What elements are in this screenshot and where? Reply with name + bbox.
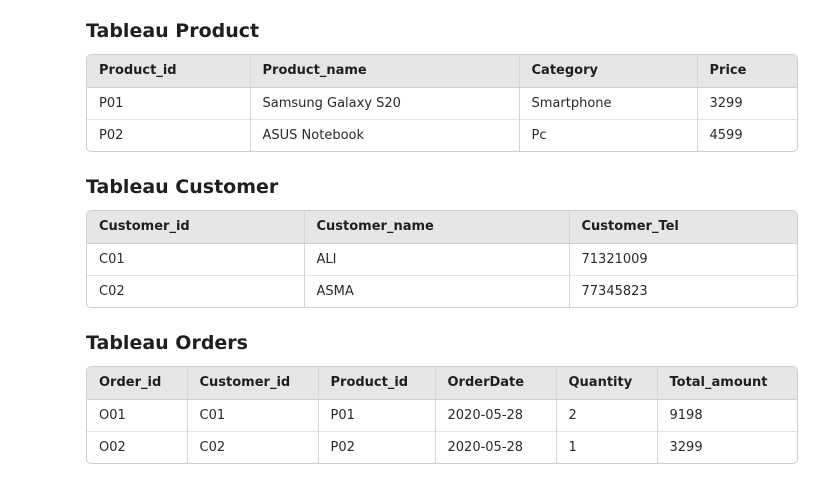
orders-table-title: Tableau Orders xyxy=(86,332,248,354)
table-cell: 1 xyxy=(555,430,657,463)
table-cell: 2 xyxy=(555,399,657,431)
orders-table-container: Order_id Customer_id Product_id OrderDat… xyxy=(86,366,798,464)
table-header-row: Order_id Customer_id Product_id OrderDat… xyxy=(87,367,797,400)
table-cell: P02 xyxy=(317,430,435,463)
column-header-order-date: OrderDate xyxy=(434,367,556,400)
column-header-product-id: Product_id xyxy=(87,55,250,88)
table-row: P01 Samsung Galaxy S20 Smartphone 3299 xyxy=(87,87,797,119)
table-cell: 9198 xyxy=(656,399,797,431)
table-cell: C01 xyxy=(99,251,125,267)
table-cell: 71321009 xyxy=(568,243,797,275)
table-cell: ALI xyxy=(303,243,569,275)
customer-table-container: Customer_id Customer_name Customer_Tel C… xyxy=(86,210,798,308)
table-row: P02 ASUS Notebook Pc 4599 xyxy=(87,118,797,151)
column-header-order-id: Order_id xyxy=(87,367,187,400)
table-cell: 2020-05-28 xyxy=(434,399,556,431)
orders-table: Order_id Customer_id Product_id OrderDat… xyxy=(87,367,797,463)
product-table: Product_id Product_name Category Price P… xyxy=(87,55,797,151)
table-cell: P01 xyxy=(317,399,435,431)
table-cell: C02 xyxy=(87,274,304,307)
table-row: O02 C02 P02 2020-05-28 1 3299 xyxy=(87,430,797,463)
column-header-customer-name: Customer_name xyxy=(303,211,569,244)
column-header-product-id: Product_id xyxy=(317,367,435,400)
column-header-price: Price xyxy=(696,55,797,88)
table-cell: Samsung Galaxy S20 xyxy=(249,87,519,119)
table-cell: 3299 xyxy=(696,87,797,119)
product-table-container: Product_id Product_name Category Price P… xyxy=(86,54,798,152)
column-header-total-amount: Total_amount xyxy=(656,367,797,400)
table-cell: 2020-05-28 xyxy=(434,430,556,463)
table-cell: P02 xyxy=(87,118,250,151)
customer-table-title: Tableau Customer xyxy=(86,176,279,198)
column-header-quantity: Quantity xyxy=(555,367,657,400)
table-cell: 4599 xyxy=(696,118,797,151)
table-row: C02 ASMA 77345823 xyxy=(87,274,797,307)
table-cell: C01 xyxy=(186,399,318,431)
table-cell: P01 xyxy=(99,95,124,111)
table-header-row: Product_id Product_name Category Price xyxy=(87,55,797,88)
column-header-customer-id: Customer_id xyxy=(87,211,304,244)
table-cell: Smartphone xyxy=(518,87,697,119)
product-table-title: Tableau Product xyxy=(86,20,260,42)
customer-table: Customer_id Customer_name Customer_Tel C… xyxy=(87,211,797,307)
column-header-customer-id: Customer_id xyxy=(186,367,318,400)
table-cell: ASMA xyxy=(303,274,569,307)
table-cell: 3299 xyxy=(656,430,797,463)
column-header-category: Category xyxy=(518,55,697,88)
column-header-product-name: Product_name xyxy=(249,55,519,88)
column-header-customer-tel: Customer_Tel xyxy=(568,211,797,244)
table-cell: O01 xyxy=(99,407,126,423)
table-row: O01 C01 P01 2020-05-28 2 9198 xyxy=(87,399,797,431)
table-cell: Pc xyxy=(518,118,697,151)
table-cell: C02 xyxy=(186,430,318,463)
table-header-row: Customer_id Customer_name Customer_Tel xyxy=(87,211,797,244)
table-row: C01 ALI 71321009 xyxy=(87,243,797,275)
table-cell: ASUS Notebook xyxy=(249,118,519,151)
table-cell: O02 xyxy=(87,430,187,463)
table-cell: 77345823 xyxy=(568,274,797,307)
